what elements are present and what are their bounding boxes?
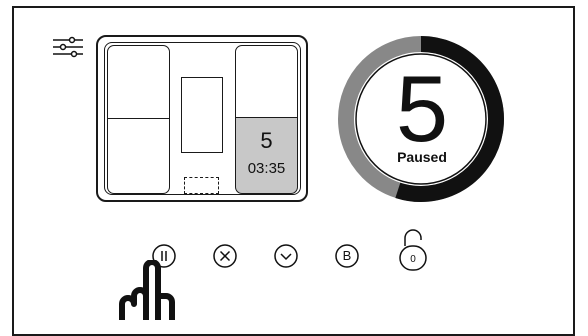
ring-value: 5	[395, 56, 449, 161]
compartment-left-bottom[interactable]	[107, 118, 170, 194]
b-button-label: B	[342, 248, 352, 263]
ring-status: Paused	[397, 149, 447, 165]
b-button[interactable]: B	[335, 244, 359, 268]
compartment-left-top[interactable]	[107, 45, 170, 119]
lock-button[interactable]: 0	[396, 228, 430, 272]
compartment-right-active[interactable]: 5 03:35	[235, 117, 298, 194]
lock-icon	[399, 229, 427, 271]
lock-label: 0	[410, 254, 416, 265]
chevron-down-button[interactable]	[274, 244, 298, 268]
compartment-middle-slot	[184, 177, 219, 194]
hand-pointer-icon	[119, 260, 175, 320]
cancel-button[interactable]	[213, 244, 237, 268]
compartment-right-top[interactable]	[235, 45, 298, 118]
active-compartment-time: 03:35	[247, 160, 286, 177]
settings-sliders-icon[interactable]	[52, 36, 84, 58]
compartment-middle[interactable]	[181, 77, 223, 153]
active-compartment-number: 5	[260, 128, 273, 153]
